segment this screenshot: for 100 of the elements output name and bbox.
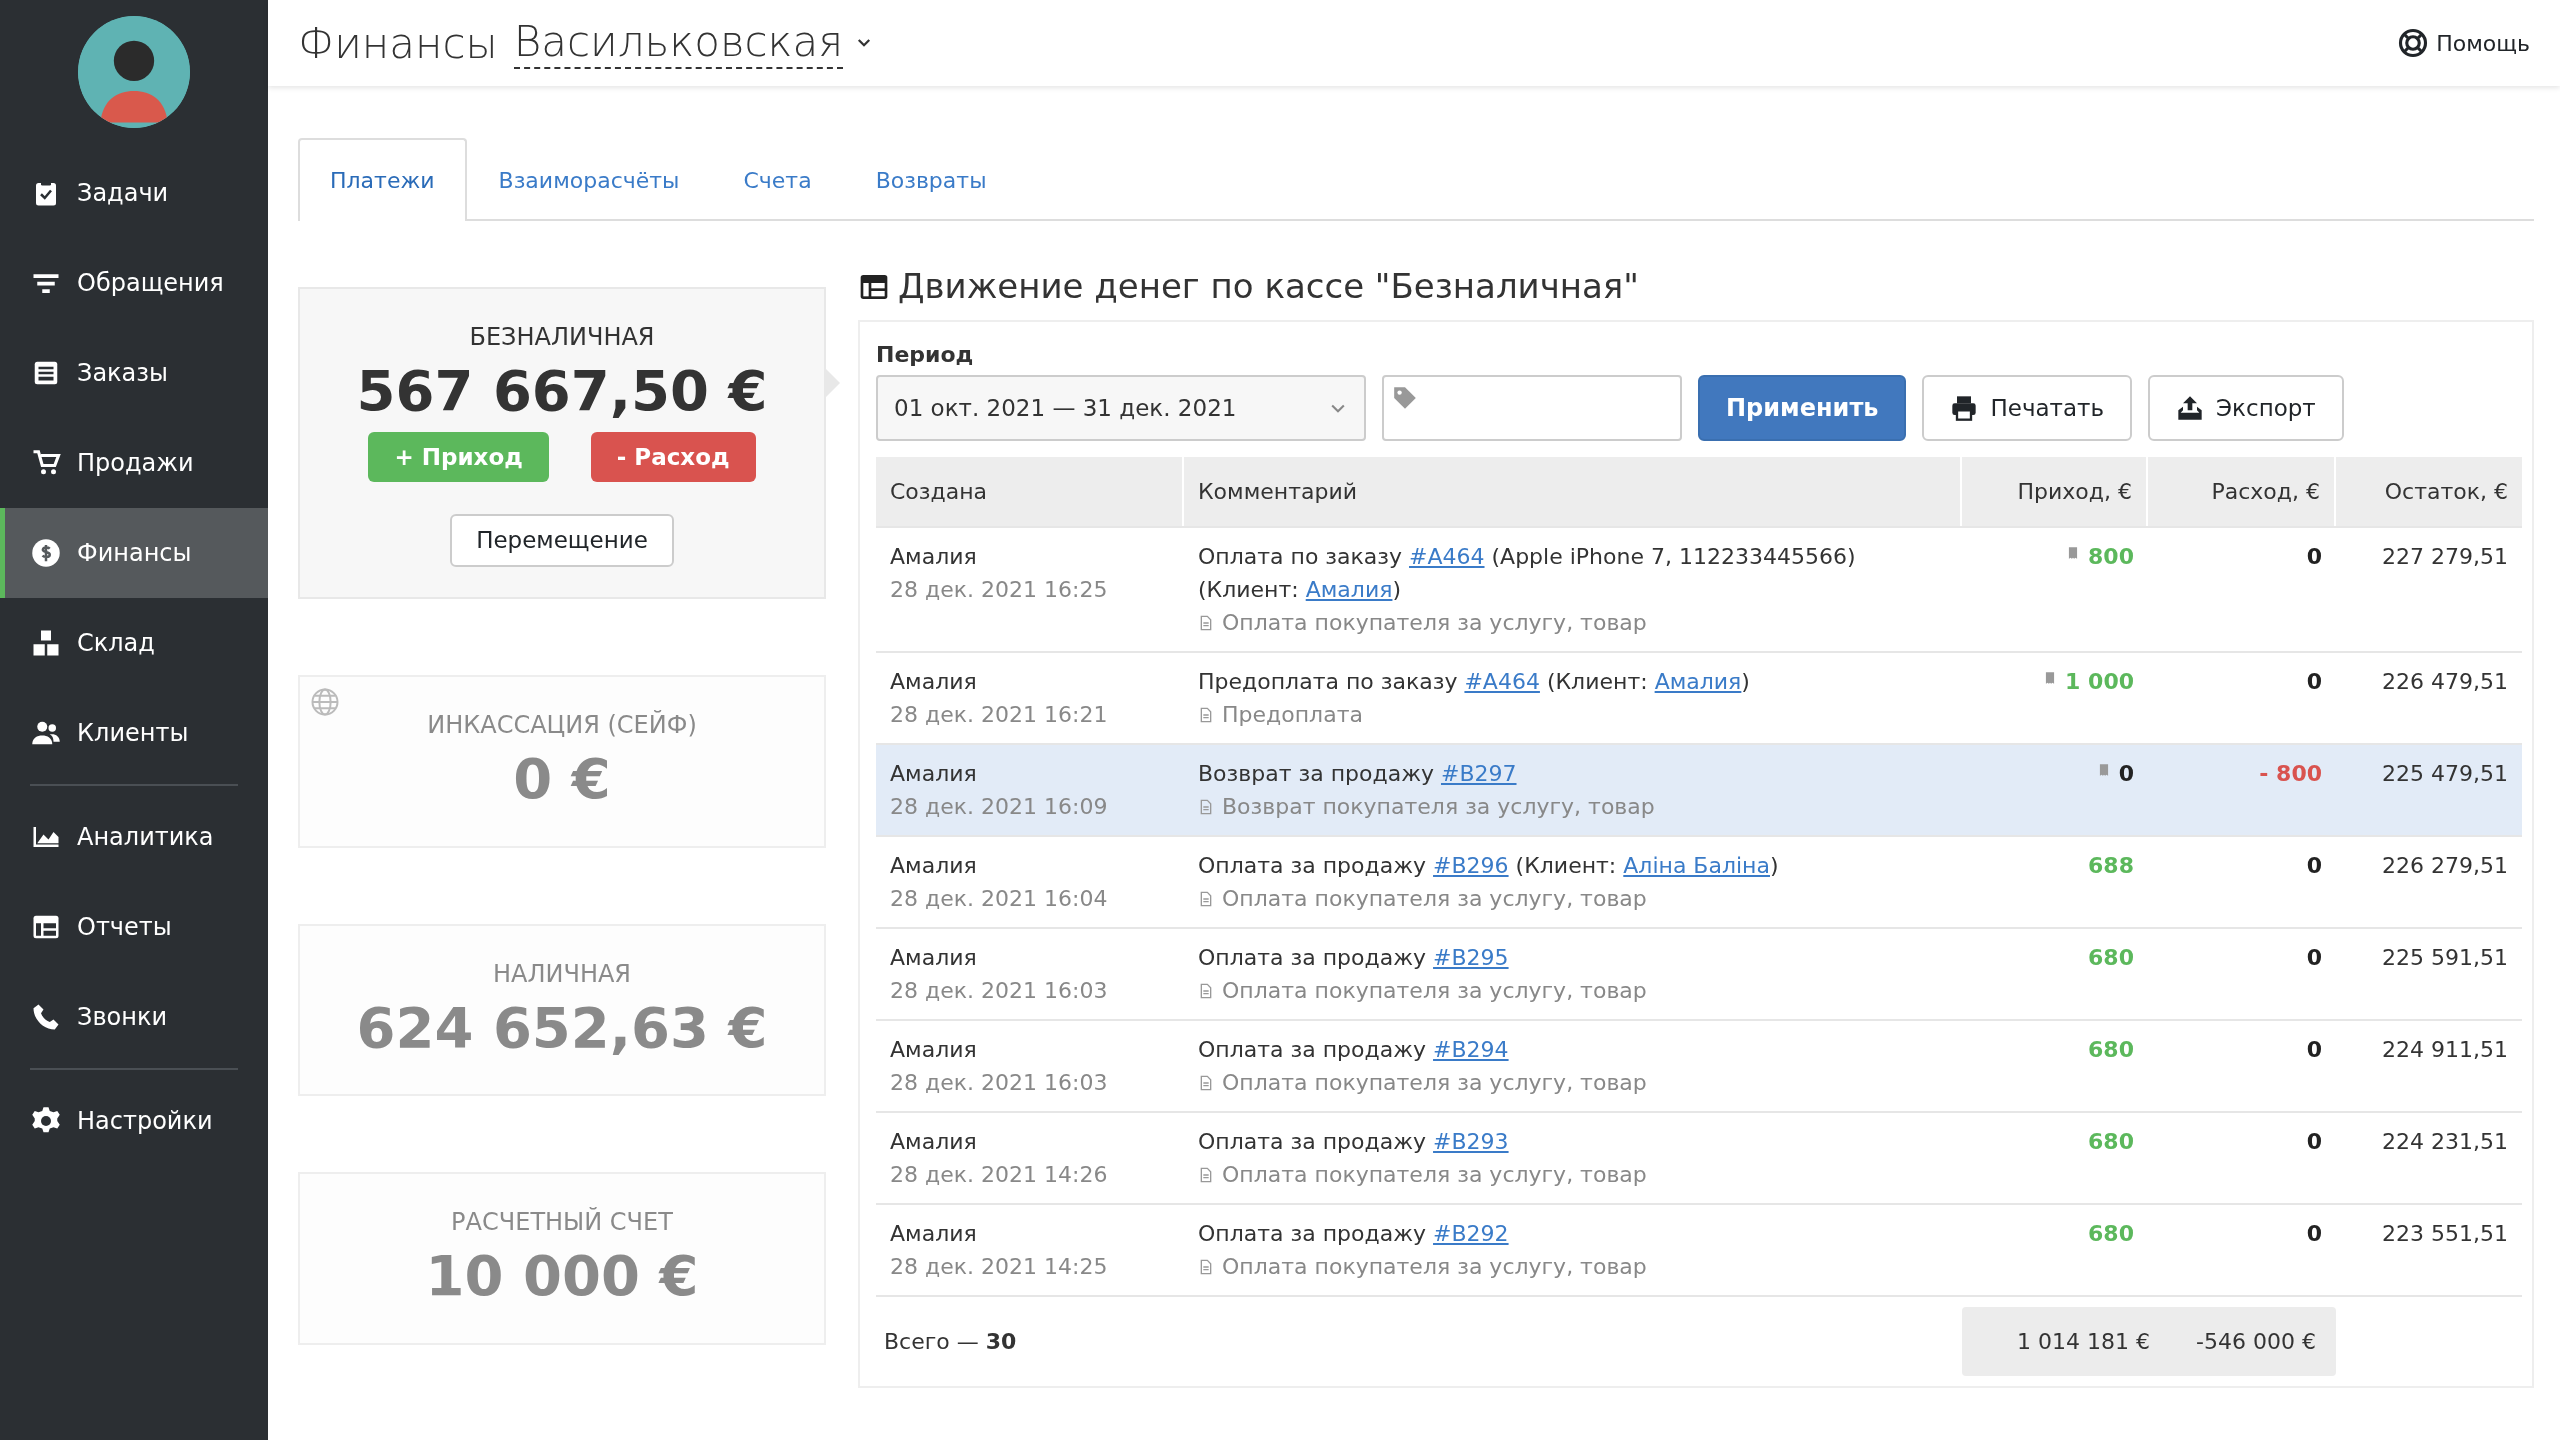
- created-date: 28 дек. 2021 16:09: [890, 793, 1109, 821]
- column-header[interactable]: Остаток, €: [2336, 457, 2522, 526]
- document-icon: [1198, 1074, 1214, 1091]
- income-amount: 688: [2088, 852, 2134, 880]
- income-amount: 680: [2088, 1220, 2134, 1248]
- column-header[interactable]: Расход, €: [2148, 457, 2336, 526]
- balance-amount: 225 591,51: [2382, 945, 2508, 970]
- comment-text: Оплата за продажу #B296 (Клиент: Аліна Баліна): [1198, 852, 1780, 880]
- document-icon: [1198, 798, 1214, 815]
- comment-text: Предоплата по заказу #A464 (Клиент: Амалия): [1198, 668, 1751, 696]
- created-date: 28 дек. 2021 16:03: [890, 1069, 1109, 1097]
- sidebar-item[interactable]: Финансы: [0, 508, 268, 598]
- phone-icon: [31, 1002, 61, 1032]
- comment-link[interactable]: Амалия: [1305, 577, 1393, 602]
- comment-link[interactable]: #B297: [1441, 761, 1517, 786]
- expense-amount: 0: [2306, 945, 2322, 970]
- sidebar-item[interactable]: Аналитика: [0, 792, 268, 882]
- tab[interactable]: Взаиморасчёты: [466, 138, 712, 221]
- comment-link[interactable]: #B294: [1433, 1037, 1509, 1062]
- sidebar-item[interactable]: Обращения: [0, 238, 268, 328]
- balance-amount: 225 479,51: [2382, 761, 2508, 786]
- document-icon: [1198, 1166, 1214, 1183]
- comment-link[interactable]: #B293: [1433, 1129, 1509, 1154]
- income-amount: 680: [2088, 944, 2134, 972]
- tab[interactable]: Возвраты: [843, 138, 1019, 221]
- sidebar-item[interactable]: Клиенты: [0, 688, 268, 778]
- lifebuoy-icon: [2398, 28, 2429, 58]
- page-title: Финансы: [298, 17, 498, 70]
- document-icon: [1198, 982, 1214, 999]
- note-text: Оплата покупателя за услугу, товар: [1222, 609, 1647, 637]
- expense-button[interactable]: - Расход: [590, 431, 756, 483]
- section-title: Движение денег по кассе "Безналичная": [898, 265, 1639, 308]
- author-name: Амалия: [890, 760, 978, 788]
- note-text: Возврат покупателя за услугу, товар: [1222, 793, 1655, 821]
- total-expense: -546 000 €: [2196, 1328, 2316, 1356]
- author-name: Амалия: [890, 543, 978, 571]
- help-link[interactable]: Помощь: [2398, 26, 2530, 60]
- store-selector[interactable]: Васильковская: [513, 16, 844, 70]
- comment-text: Оплата за продажу #B294: [1198, 1036, 1510, 1064]
- document-icon: [1198, 614, 1214, 631]
- expense-amount: 0: [2306, 853, 2322, 878]
- sidebar-item[interactable]: Продажи: [0, 418, 268, 508]
- balance-amount: 224 231,51: [2382, 1129, 2508, 1154]
- export-button[interactable]: Экспорт: [2148, 375, 2344, 441]
- upload-tray-icon: [2176, 394, 2205, 422]
- expense-amount: 0: [2306, 1037, 2322, 1062]
- apply-button[interactable]: Применить: [1698, 375, 1907, 441]
- comment-text: Оплата за продажу #B295: [1198, 944, 1510, 972]
- globe-icon: [310, 686, 340, 717]
- expense-amount: - 800: [2259, 761, 2322, 786]
- income-amount: 0: [2118, 760, 2134, 788]
- period-select[interactable]: 01 окт. 2021 — 31 дек. 2021: [876, 375, 1366, 441]
- register-amount: 567 667,50 €: [355, 357, 769, 425]
- tag-field[interactable]: [1382, 375, 1682, 441]
- comment-text: Оплата за продажу #B292: [1198, 1220, 1510, 1248]
- comment-link[interactable]: #B295: [1433, 945, 1509, 970]
- register-name: НАЛИЧНАЯ: [491, 958, 633, 990]
- sidebar-item[interactable]: Склад: [0, 598, 268, 688]
- tab[interactable]: Счета: [711, 138, 844, 221]
- print-button[interactable]: Печатать: [1922, 375, 2133, 441]
- note-text: Оплата покупателя за услугу, товар: [1222, 977, 1647, 1005]
- sidebar-item[interactable]: Настройки: [0, 1076, 268, 1166]
- comment-link[interactable]: #A464: [1464, 669, 1540, 694]
- author-name: Амалия: [890, 1128, 978, 1156]
- printer-icon: [1950, 394, 1979, 422]
- column-header[interactable]: Приход, €: [1962, 457, 2148, 526]
- register-name: РАСЧЕТНЫЙ СЧЕТ: [450, 1206, 674, 1239]
- created-date: 28 дек. 2021 16:04: [890, 885, 1109, 913]
- balance-amount: 226 279,51: [2382, 853, 2508, 878]
- transfer-button[interactable]: Перемещение: [450, 514, 674, 567]
- author-name: Амалия: [890, 944, 978, 972]
- note-text: Оплата покупателя за услугу, товар: [1222, 1069, 1647, 1097]
- income-amount: 1 000: [2065, 668, 2134, 696]
- boxes-icon: [31, 628, 61, 658]
- dollar-icon: [31, 538, 61, 568]
- author-name: Амалия: [890, 668, 978, 696]
- balance-amount: 226 479,51: [2382, 669, 2508, 694]
- column-header[interactable]: Создана: [876, 457, 1184, 526]
- comment-link[interactable]: Амалия: [1654, 669, 1742, 694]
- sidebar-item[interactable]: Отчеты: [0, 882, 268, 972]
- note-text: Оплата покупателя за услугу, товар: [1222, 885, 1647, 913]
- sidebar-item[interactable]: Задачи: [0, 148, 268, 238]
- comment-link[interactable]: #A464: [1409, 544, 1485, 569]
- column-header[interactable]: Комментарий: [1184, 457, 1962, 526]
- comment-link[interactable]: #B296: [1433, 853, 1509, 878]
- created-date: 28 дек. 2021 16:21: [890, 701, 1109, 729]
- balance-amount: 227 279,51: [2382, 544, 2508, 569]
- balance-amount: 224 911,51: [2382, 1037, 2508, 1062]
- document-icon: [1198, 1258, 1214, 1275]
- created-date: 28 дек. 2021 16:25: [890, 576, 1109, 604]
- note-text: Предоплата: [1222, 701, 1363, 729]
- comment-link[interactable]: Аліна Баліна: [1623, 853, 1770, 878]
- total-count: Всего — 30: [883, 1328, 1017, 1356]
- sidebar-item[interactable]: Заказы: [0, 328, 268, 418]
- comment-link[interactable]: #B292: [1433, 1221, 1509, 1246]
- comment-text: Оплата за продажу #B293: [1198, 1128, 1510, 1156]
- tab[interactable]: Платежи: [298, 138, 467, 221]
- note-text: Оплата покупателя за услугу, товар: [1222, 1253, 1647, 1281]
- sidebar-item[interactable]: Звонки: [0, 972, 268, 1062]
- period-label: Период: [876, 341, 975, 369]
